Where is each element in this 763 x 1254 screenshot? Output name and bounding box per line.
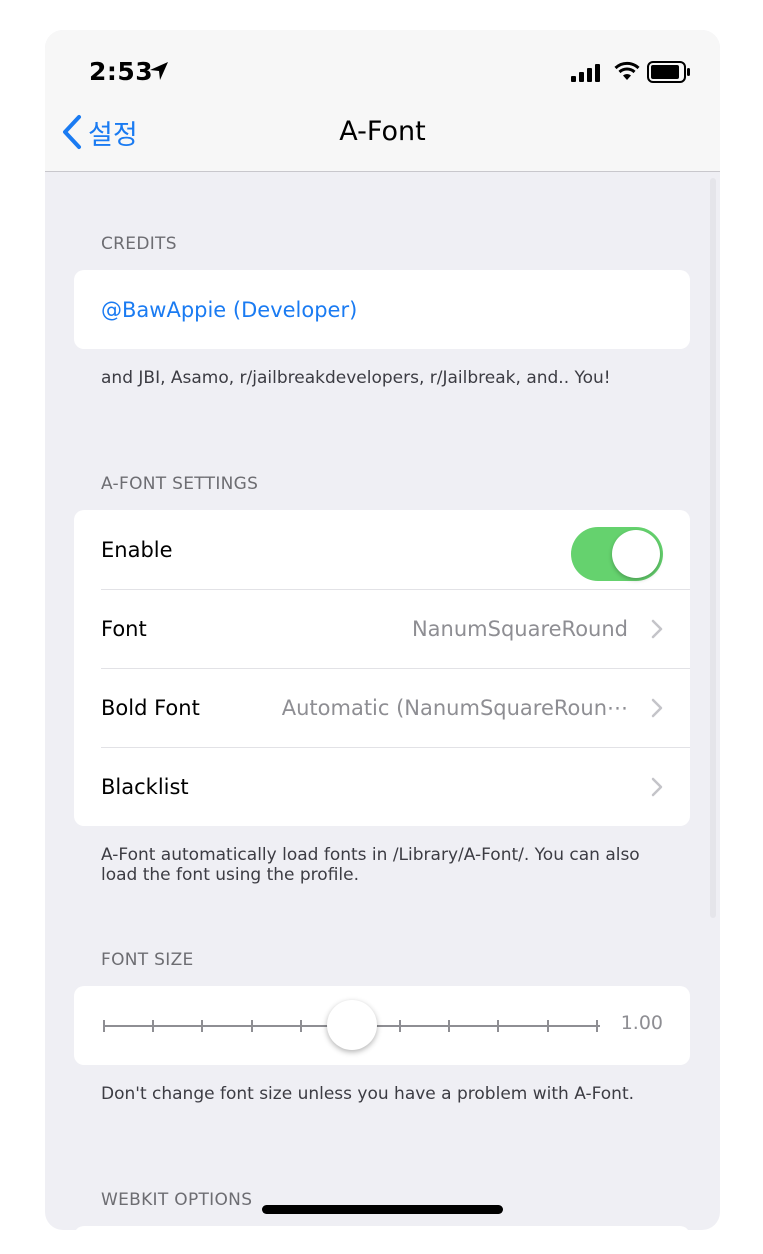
enable-label: Enable (101, 537, 173, 562)
scroll-indicator (710, 178, 716, 918)
location-arrow-icon (150, 62, 168, 80)
page-title: A-Font (339, 116, 426, 147)
slider-tick (201, 1020, 203, 1032)
slider-tick (103, 1020, 105, 1032)
webkit-group (74, 1226, 690, 1230)
font-size-value: 1.00 (620, 1012, 663, 1034)
credits-header: CREDITS (101, 234, 177, 254)
chevron-right-icon (651, 619, 663, 639)
slider-tick (497, 1020, 499, 1032)
developer-link[interactable]: @BawAppie (Developer) (101, 298, 357, 322)
slider-thumb[interactable] (326, 1000, 377, 1050)
settings-group: Enable Font NanumSquareRound Bold Font A… (74, 510, 690, 826)
blacklist-label: Blacklist (101, 774, 189, 799)
developer-link-row[interactable]: @BawAppie (Developer) (74, 270, 690, 349)
slider-tick (399, 1020, 401, 1032)
toggle-knob (612, 530, 660, 578)
credits-footer: and JBI, Asamo, r/jailbreakdevelopers, r… (101, 368, 611, 388)
font-size-slider-row: 1.00 (74, 986, 690, 1065)
font-size-header: FONT SIZE (101, 950, 194, 970)
cellular-signal-icon (571, 64, 600, 82)
enable-row: Enable (74, 510, 690, 589)
font-size-group: 1.00 (74, 986, 690, 1065)
phone-screen: 2:53 설정 A-Font CREDITS @BawAppie (Develo… (45, 30, 720, 1230)
credits-group: @BawAppie (Developer) (74, 270, 690, 349)
wifi-icon (614, 61, 640, 80)
bold-font-label: Bold Font (101, 695, 200, 720)
blacklist-row[interactable]: Blacklist (74, 747, 690, 826)
chevron-right-icon (651, 698, 663, 718)
font-size-footer: Don't change font size unless you have a… (101, 1084, 635, 1104)
enable-toggle[interactable] (571, 527, 663, 581)
font-value: NanumSquareRound (411, 616, 628, 641)
slider-tick (448, 1020, 450, 1032)
slider-tick (251, 1020, 253, 1032)
settings-list[interactable]: CREDITS @BawAppie (Developer) and JBI, A… (45, 172, 720, 1230)
slider-tick (152, 1020, 154, 1032)
bold-font-value: Automatic (NanumSquareRoun⋯ (281, 695, 628, 720)
settings-header: A-FONT SETTINGS (101, 474, 259, 494)
bold-font-row[interactable]: Bold Font Automatic (NanumSquareRoun⋯ (74, 668, 690, 747)
home-indicator[interactable] (262, 1205, 503, 1214)
slider-tick (300, 1020, 302, 1032)
font-row[interactable]: Font NanumSquareRound (74, 589, 690, 668)
chevron-right-icon (651, 777, 663, 797)
webkit-header: WEBKIT OPTIONS (101, 1190, 253, 1210)
status-time: 2:53 (89, 57, 154, 86)
battery-icon (647, 61, 690, 83)
slider-tick (547, 1020, 549, 1032)
navigation-bar: 설정 A-Font (45, 100, 720, 172)
settings-footer: A-Font automatically load fonts in /Libr… (101, 845, 640, 885)
font-label: Font (101, 616, 147, 641)
slider-tick (596, 1020, 598, 1032)
